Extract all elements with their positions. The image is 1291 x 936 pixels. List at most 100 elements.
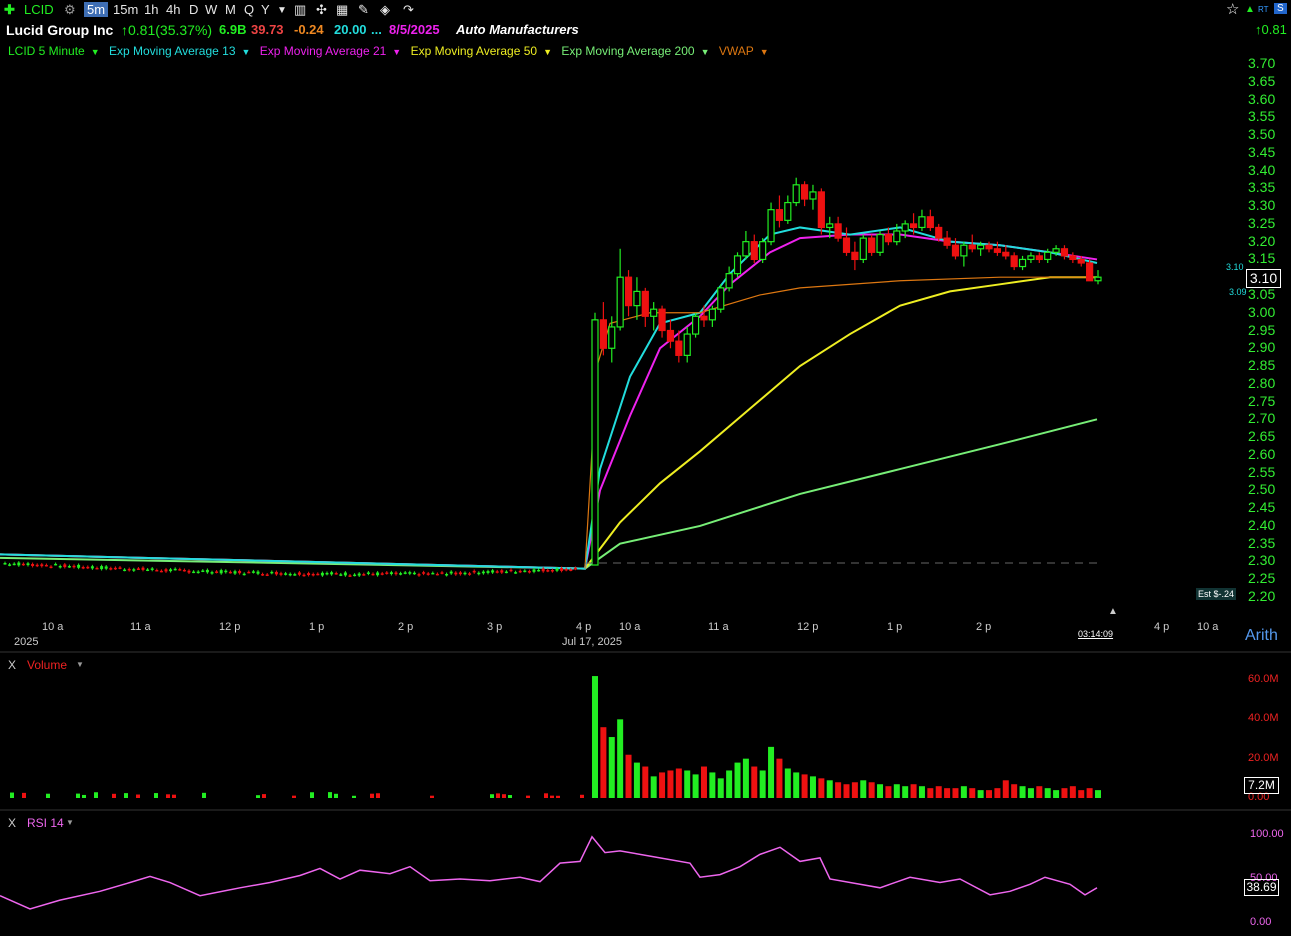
scale-mode[interactable]: Arith bbox=[1245, 627, 1278, 645]
price-tick-label: 2.25 bbox=[1248, 570, 1276, 587]
time-tick-label: 12 p bbox=[219, 621, 241, 633]
volume-bar bbox=[835, 782, 842, 798]
volume-bar bbox=[376, 793, 380, 798]
candle bbox=[893, 230, 901, 243]
candle bbox=[192, 571, 196, 574]
candle bbox=[523, 570, 527, 573]
candle bbox=[238, 570, 242, 574]
volume-bar bbox=[944, 788, 951, 798]
time-tick-label: 11 a bbox=[130, 621, 151, 633]
price-tick-label: 2.40 bbox=[1248, 516, 1276, 533]
candle bbox=[77, 564, 81, 568]
time-tick-label: 11 a bbox=[708, 621, 729, 633]
volume-bar bbox=[709, 772, 716, 798]
candle bbox=[3, 563, 7, 565]
candle bbox=[205, 569, 209, 573]
candle bbox=[109, 568, 113, 570]
candle bbox=[12, 563, 16, 566]
candle bbox=[509, 569, 513, 572]
price-tick-label: 3.70 bbox=[1248, 55, 1276, 71]
candle bbox=[541, 568, 545, 572]
volume-bar bbox=[10, 792, 14, 798]
ema200-line bbox=[0, 418, 1098, 570]
candle bbox=[21, 563, 25, 566]
candle bbox=[187, 570, 191, 573]
dropdown-icon[interactable]: ▼ bbox=[66, 818, 74, 827]
candle bbox=[132, 569, 136, 571]
candle bbox=[826, 223, 834, 229]
candle bbox=[472, 570, 476, 573]
volume-bar bbox=[1086, 788, 1093, 798]
price-tick-label: 3.45 bbox=[1248, 143, 1276, 160]
volume-bar bbox=[809, 776, 816, 798]
candle bbox=[633, 290, 641, 307]
price-tick-label: 3.40 bbox=[1248, 161, 1276, 178]
volume-bar bbox=[1069, 786, 1076, 798]
candle bbox=[274, 571, 278, 575]
price-tick-label: 3.00 bbox=[1248, 303, 1276, 320]
candle bbox=[136, 568, 140, 570]
time-tick-label: 10 a bbox=[42, 621, 64, 633]
candle bbox=[546, 570, 550, 572]
candle bbox=[1044, 251, 1052, 261]
volume-bar bbox=[82, 794, 86, 798]
candle bbox=[1069, 255, 1077, 261]
candle bbox=[458, 572, 462, 575]
candle bbox=[182, 569, 186, 572]
candle bbox=[40, 564, 44, 567]
candle bbox=[72, 565, 76, 568]
volume-bar bbox=[556, 795, 560, 798]
volume-bar bbox=[692, 774, 699, 798]
price-chart[interactable] bbox=[0, 0, 1291, 936]
ema50-line bbox=[0, 276, 1097, 570]
candle bbox=[573, 567, 577, 570]
volume-bar bbox=[969, 788, 976, 798]
candle bbox=[859, 237, 867, 261]
candle bbox=[918, 216, 926, 229]
earnings-estimate[interactable]: Est $-.24 bbox=[1196, 588, 1237, 600]
volume-bar bbox=[734, 762, 741, 798]
candle bbox=[408, 572, 412, 574]
candle bbox=[178, 569, 182, 571]
candle bbox=[1018, 258, 1027, 268]
candle bbox=[1060, 248, 1069, 257]
volume-bar bbox=[960, 786, 967, 798]
candle bbox=[733, 255, 742, 275]
candle bbox=[353, 574, 357, 577]
candle bbox=[49, 566, 53, 569]
volume-bar bbox=[617, 719, 624, 798]
rsi-close-button[interactable]: X bbox=[8, 816, 16, 830]
candle bbox=[343, 572, 347, 576]
volume-bar bbox=[1078, 790, 1085, 798]
candle bbox=[993, 248, 1002, 253]
candle bbox=[261, 574, 265, 576]
candle bbox=[876, 233, 884, 253]
candle bbox=[118, 567, 122, 569]
dropdown-icon[interactable]: ▼ bbox=[76, 660, 84, 669]
volume-bar bbox=[580, 794, 584, 798]
volume-bar bbox=[675, 768, 682, 798]
candle bbox=[123, 569, 127, 572]
volume-bar bbox=[256, 795, 260, 798]
volume-bar bbox=[742, 758, 749, 798]
last-price-badge: 3.10 bbox=[1246, 269, 1281, 288]
candle bbox=[127, 568, 131, 571]
candle bbox=[417, 574, 421, 576]
volume-close-button[interactable]: X bbox=[8, 658, 16, 672]
candle bbox=[560, 568, 564, 571]
volume-bar bbox=[508, 795, 512, 798]
volume-bar bbox=[868, 782, 875, 798]
candle bbox=[868, 237, 876, 253]
candle bbox=[650, 308, 658, 317]
candle bbox=[325, 572, 329, 575]
candle bbox=[624, 276, 633, 307]
volume-bar bbox=[136, 794, 140, 798]
rsi-current: 38.69 bbox=[1244, 879, 1279, 896]
candle bbox=[468, 573, 472, 575]
rsi-title[interactable]: RSI 14 bbox=[27, 816, 64, 830]
scroll-up-icon[interactable]: ▲ bbox=[1108, 606, 1118, 617]
candle bbox=[366, 572, 370, 574]
volume-bar bbox=[94, 792, 98, 798]
volume-title[interactable]: Volume bbox=[27, 658, 67, 672]
candle bbox=[884, 233, 893, 243]
